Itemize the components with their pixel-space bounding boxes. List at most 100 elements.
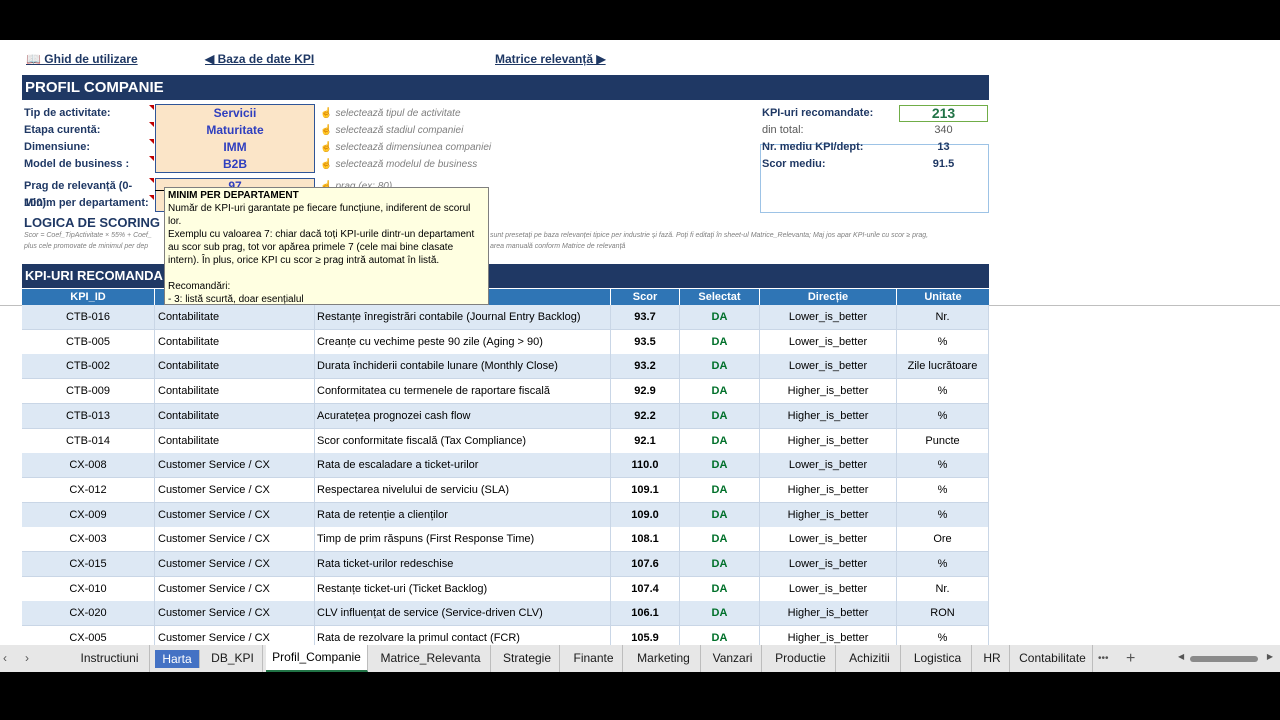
stage-select[interactable]: Maturitate [155,122,315,139]
kpi-name-cell[interactable]: Respectarea nivelului de serviciu (SLA) [315,477,611,503]
scroll-left-icon[interactable]: ◀ [1178,652,1184,661]
table-row[interactable]: CX-020 Customer Service / CX CLV influența… [22,601,989,627]
kpi-name-cell[interactable]: Conformitatea cu termenele de raportare … [315,379,611,405]
score-cell[interactable]: 106.1 [611,601,680,627]
tab-matrice-relevanta[interactable]: Matrice_Relevanta [371,645,491,672]
kpi-name-cell[interactable]: Restanțe înregistrări contabile (Journal… [315,305,611,330]
table-row[interactable]: CTB-013 Contabilitate Acuratețea prognozei… [22,403,989,429]
direction-cell[interactable]: Lower_is_better [760,552,897,577]
unit-cell[interactable]: % [897,403,989,429]
department-cell[interactable]: Contabilitate [155,428,315,454]
tab-productie[interactable]: Productie [766,645,836,672]
relevance-matrix-link[interactable]: Matrice relevanță ▶ [495,52,606,66]
unit-cell[interactable]: Puncte [897,428,989,454]
kpi-id-cell[interactable]: CX-003 [22,527,155,553]
add-sheet-icon[interactable]: + [1126,645,1135,672]
more-sheets-icon[interactable]: ••• [1098,645,1109,672]
department-cell[interactable]: Customer Service / CX [155,601,315,627]
next-sheet-icon[interactable]: › [25,645,29,672]
score-cell[interactable]: 108.1 [611,527,680,553]
direction-cell[interactable]: Lower_is_better [760,527,897,553]
department-cell[interactable]: Customer Service / CX [155,453,315,479]
score-cell[interactable]: 92.9 [611,379,680,405]
selected-cell[interactable]: DA [680,552,760,577]
guide-link[interactable]: 📖 Ghid de utilizare [26,52,138,66]
department-cell[interactable]: Contabilitate [155,354,315,380]
kpi-id-cell[interactable]: CTB-009 [22,379,155,405]
kpi-name-cell[interactable]: Acuratețea prognozei cash flow [315,403,611,429]
direction-cell[interactable]: Lower_is_better [760,354,897,380]
direction-cell[interactable]: Higher_is_better [760,403,897,429]
kpi-name-cell[interactable]: Rata de escaladare a ticket-urilor [315,453,611,479]
unit-cell[interactable]: Nr. [897,305,989,330]
kpi-name-cell[interactable]: Timp de prim răspuns (First Response Tim… [315,527,611,553]
score-cell[interactable]: 109.1 [611,477,680,503]
table-row[interactable]: CTB-005 Contabilitate Creanțe cu vechime p… [22,329,989,355]
direction-cell[interactable]: Lower_is_better [760,305,897,330]
kpi-id-cell[interactable]: CX-009 [22,502,155,528]
kpi-id-cell[interactable]: CX-020 [22,601,155,627]
department-cell[interactable]: Contabilitate [155,379,315,405]
department-cell[interactable]: Customer Service / CX [155,576,315,602]
table-row[interactable]: CTB-009 Contabilitate Conformitatea cu ter… [22,379,989,405]
kpi-name-cell[interactable]: Creanțe cu vechime peste 90 zile (Aging … [315,329,611,355]
table-row[interactable]: CTB-016 Contabilitate Restanțe înregistrăr… [22,305,989,330]
kpi-id-cell[interactable]: CX-008 [22,453,155,479]
unit-cell[interactable]: Ore [897,527,989,553]
table-row[interactable]: CX-003 Customer Service / CX Timp de prim … [22,527,989,553]
header-direction[interactable]: Direcție [760,289,897,305]
direction-cell[interactable]: Higher_is_better [760,428,897,454]
horizontal-scrollbar[interactable]: ◀ ▶ [1178,652,1273,664]
direction-cell[interactable]: Lower_is_better [760,576,897,602]
score-cell[interactable]: 93.2 [611,354,680,380]
selected-cell[interactable]: DA [680,502,760,528]
kpi-id-cell[interactable]: CX-015 [22,552,155,577]
score-cell[interactable]: 109.0 [611,502,680,528]
score-cell[interactable]: 107.6 [611,552,680,577]
department-cell[interactable]: Contabilitate [155,305,315,330]
score-cell[interactable]: 92.2 [611,403,680,429]
selected-cell[interactable]: DA [680,428,760,454]
tab-vanzari[interactable]: Vanzari [704,645,762,672]
kpi-name-cell[interactable]: Scor conformitate fiscală (Tax Complianc… [315,428,611,454]
direction-cell[interactable]: Higher_is_better [760,601,897,627]
tab-contabilitate[interactable]: Contabilitate [1013,645,1093,672]
direction-cell[interactable]: Higher_is_better [760,379,897,405]
activity-type-select[interactable]: Servicii [155,105,315,122]
selected-cell[interactable]: DA [680,477,760,503]
kpi-id-cell[interactable]: CTB-002 [22,354,155,380]
table-row[interactable]: CTB-002 Contabilitate Durata închiderii co… [22,354,989,380]
tab-instructiuni[interactable]: Instructiuni [70,645,150,672]
unit-cell[interactable]: % [897,502,989,528]
unit-cell[interactable]: % [897,552,989,577]
tab-finante[interactable]: Finante [565,645,623,672]
table-row[interactable]: CX-012 Customer Service / CX Respectarea n… [22,477,989,503]
tab-strategie[interactable]: Strategie [495,645,560,672]
unit-cell[interactable]: % [897,453,989,479]
tab-marketing[interactable]: Marketing [627,645,701,672]
score-cell[interactable]: 93.5 [611,329,680,355]
score-cell[interactable]: 93.7 [611,305,680,330]
kpi-id-cell[interactable]: CTB-016 [22,305,155,330]
score-cell[interactable]: 110.0 [611,453,680,479]
table-row[interactable]: CX-015 Customer Service / CX Rata ticket-u… [22,552,989,577]
tab-harta[interactable]: Harta [155,650,200,668]
department-cell[interactable]: Customer Service / CX [155,527,315,553]
selected-cell[interactable]: DA [680,576,760,602]
kpi-id-cell[interactable]: CTB-013 [22,403,155,429]
selected-cell[interactable]: DA [680,354,760,380]
direction-cell[interactable]: Lower_is_better [760,329,897,355]
selected-cell[interactable]: DA [680,527,760,553]
header-kpi-id[interactable]: KPI_ID [22,289,155,305]
kpi-name-cell[interactable]: Rata ticket-urilor redeschise [315,552,611,577]
direction-cell[interactable]: Lower_is_better [760,453,897,479]
department-cell[interactable]: Customer Service / CX [155,477,315,503]
tab-profil-companie[interactable]: Profil_Companie [266,645,368,672]
unit-cell[interactable]: % [897,477,989,503]
kpi-name-cell[interactable]: Rata de retenție a clienților [315,502,611,528]
tab-achizitii[interactable]: Achizitii [839,645,901,672]
direction-cell[interactable]: Higher_is_better [760,502,897,528]
header-selected[interactable]: Selectat [680,289,760,305]
kpi-name-cell[interactable]: Durata închiderii contabile lunare (Mont… [315,354,611,380]
selected-cell[interactable]: DA [680,329,760,355]
